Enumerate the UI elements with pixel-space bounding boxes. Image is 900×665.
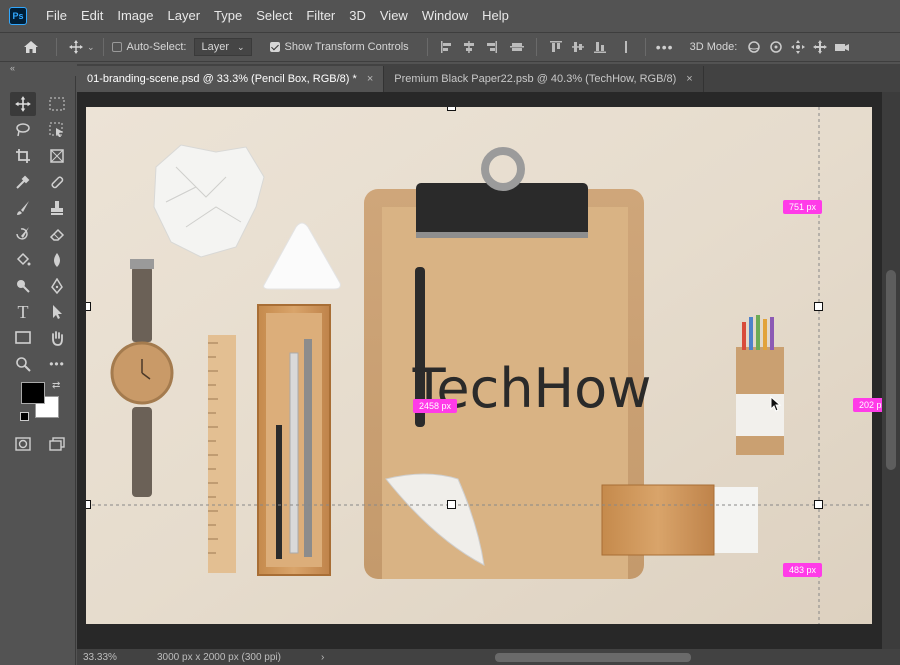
document-size: 3000 px x 2000 px (300 ppi) <box>157 651 281 663</box>
3d-mode-label: 3D Mode: <box>689 41 738 53</box>
tab-label: 01-branding-scene.psd @ 33.3% (Pencil Bo… <box>87 73 357 85</box>
cursor-icon <box>770 396 782 412</box>
tab-label: Premium Black Paper22.psb @ 40.3% (TechH… <box>394 73 677 85</box>
menu-file[interactable]: File <box>39 0 74 32</box>
paint-bucket-icon[interactable] <box>10 248 36 272</box>
close-icon[interactable]: × <box>367 73 373 85</box>
zoom-tool-icon[interactable] <box>10 352 36 376</box>
more-tools-icon[interactable]: ••• <box>44 352 70 376</box>
object-select-tool-icon[interactable] <box>44 118 70 142</box>
crop-tool-icon[interactable] <box>10 144 36 168</box>
hand-tool-icon[interactable] <box>44 326 70 350</box>
transform-handle[interactable] <box>814 302 823 311</box>
measure-label-top: 751 px <box>783 200 823 214</box>
card-holder <box>601 484 758 556</box>
show-transform-controls-checkbox[interactable]: Show Transform Controls <box>269 41 409 53</box>
type-tool-icon[interactable]: T <box>10 300 36 324</box>
history-brush-icon[interactable] <box>10 222 36 246</box>
3d-camera-icon[interactable] <box>831 36 853 58</box>
align-right-icon[interactable] <box>480 36 502 58</box>
menu-edit[interactable]: Edit <box>74 0 110 32</box>
menu-image[interactable]: Image <box>110 0 160 32</box>
chevron-down-icon: ⌄ <box>237 41 245 52</box>
move-tool-icon[interactable] <box>65 36 87 58</box>
3d-slide-icon[interactable] <box>809 36 831 58</box>
pen-tool-icon[interactable] <box>44 274 70 298</box>
lasso-tool-icon[interactable] <box>10 118 36 142</box>
measure-label-mid: 2458 px <box>413 399 458 413</box>
3d-rotate-icon[interactable] <box>743 36 765 58</box>
transform-handle[interactable] <box>814 500 823 509</box>
canvas-area: TechHow 751 px 2458 px 483 px 202 px <box>77 92 893 649</box>
menu-type[interactable]: Type <box>207 0 249 32</box>
path-selection-icon[interactable] <box>44 300 70 324</box>
3d-roll-icon[interactable] <box>765 36 787 58</box>
branding-scene-artwork: TechHow <box>86 107 872 624</box>
vertical-scrollbar[interactable] <box>882 92 900 649</box>
foreground-color-swatch[interactable] <box>21 382 45 404</box>
tab-branding-scene[interactable]: 01-branding-scene.psd @ 33.3% (Pencil Bo… <box>77 66 385 92</box>
menu-filter[interactable]: Filter <box>299 0 342 32</box>
auto-select-label: Auto-Select: <box>126 41 187 53</box>
blur-tool-icon[interactable] <box>44 248 70 272</box>
default-colors-icon[interactable] <box>20 412 29 421</box>
menu-select[interactable]: Select <box>249 0 299 32</box>
align-left-icon[interactable] <box>436 36 458 58</box>
stamp-tool-icon[interactable] <box>44 196 70 220</box>
menu-bar: Ps File Edit Image Layer Type Select Fil… <box>0 0 900 32</box>
transform-handle[interactable] <box>447 500 456 509</box>
document-canvas[interactable]: TechHow 751 px 2458 px 483 px <box>86 107 872 624</box>
rectangle-tool-icon[interactable] <box>10 326 36 350</box>
more-options-icon[interactable]: ••• <box>654 36 676 58</box>
dodge-tool-icon[interactable] <box>10 274 36 298</box>
align-middle-icon[interactable] <box>567 36 589 58</box>
distribute-icon[interactable] <box>615 36 637 58</box>
marquee-tool-icon[interactable] <box>44 92 70 116</box>
close-icon[interactable]: × <box>686 73 692 85</box>
options-bar: ⌄ Auto-Select: Layer ⌄ Show Transform Co… <box>0 32 900 62</box>
tools-panel: T ••• ⇄ <box>0 76 76 665</box>
align-bottom-icon[interactable] <box>589 36 611 58</box>
show-transform-controls-label: Show Transform Controls <box>284 41 409 53</box>
3d-drag-icon[interactable] <box>787 36 809 58</box>
align-vertical-icon[interactable] <box>506 36 528 58</box>
swap-colors-icon[interactable]: ⇄ <box>52 380 60 391</box>
auto-select-dropdown[interactable]: Layer ⌄ <box>194 38 252 56</box>
quick-mask-icon[interactable] <box>10 432 36 456</box>
menu-window[interactable]: Window <box>415 0 475 32</box>
vertical-scroll-thumb[interactable] <box>886 270 896 470</box>
photoshop-logo: Ps <box>9 7 27 25</box>
home-icon[interactable] <box>20 36 42 58</box>
zoom-level[interactable]: 33.33% <box>83 652 143 663</box>
tab-premium-black-paper[interactable]: Premium Black Paper22.psb @ 40.3% (TechH… <box>384 66 704 92</box>
transform-handle[interactable] <box>447 107 456 111</box>
move-tool-icon[interactable] <box>10 92 36 116</box>
frame-tool-icon[interactable] <box>44 144 70 168</box>
healing-brush-icon[interactable] <box>44 170 70 194</box>
auto-select-checkbox[interactable]: Auto-Select: <box>111 41 187 53</box>
screen-mode-icon[interactable] <box>44 432 70 456</box>
horizontal-scroll-thumb[interactable] <box>495 653 691 662</box>
eyedropper-tool-icon[interactable] <box>10 170 36 194</box>
measure-label-bottom: 483 px <box>783 563 823 577</box>
menu-layer[interactable]: Layer <box>161 0 208 32</box>
chevron-down-icon[interactable]: ⌄ <box>87 42 95 53</box>
document-tabs: 01-branding-scene.psd @ 33.3% (Pencil Bo… <box>77 64 900 92</box>
menu-view[interactable]: View <box>373 0 415 32</box>
status-menu-arrow[interactable]: › <box>321 652 324 663</box>
align-center-icon[interactable] <box>458 36 480 58</box>
toolbar-collapse[interactable]: « <box>0 62 76 76</box>
align-top-icon[interactable] <box>545 36 567 58</box>
auto-select-value: Layer <box>201 41 229 53</box>
wooden-ruler <box>208 335 236 573</box>
menu-help[interactable]: Help <box>475 0 516 32</box>
status-bar: 33.33% 3000 px x 2000 px (300 ppi) › <box>77 649 900 665</box>
menu-3d[interactable]: 3D <box>342 0 373 32</box>
pencil-box <box>257 304 331 576</box>
transform-handle[interactable] <box>86 500 91 509</box>
brush-tool-icon[interactable] <box>10 196 36 220</box>
eraser-tool-icon[interactable] <box>44 222 70 246</box>
transform-handle[interactable] <box>86 302 91 311</box>
